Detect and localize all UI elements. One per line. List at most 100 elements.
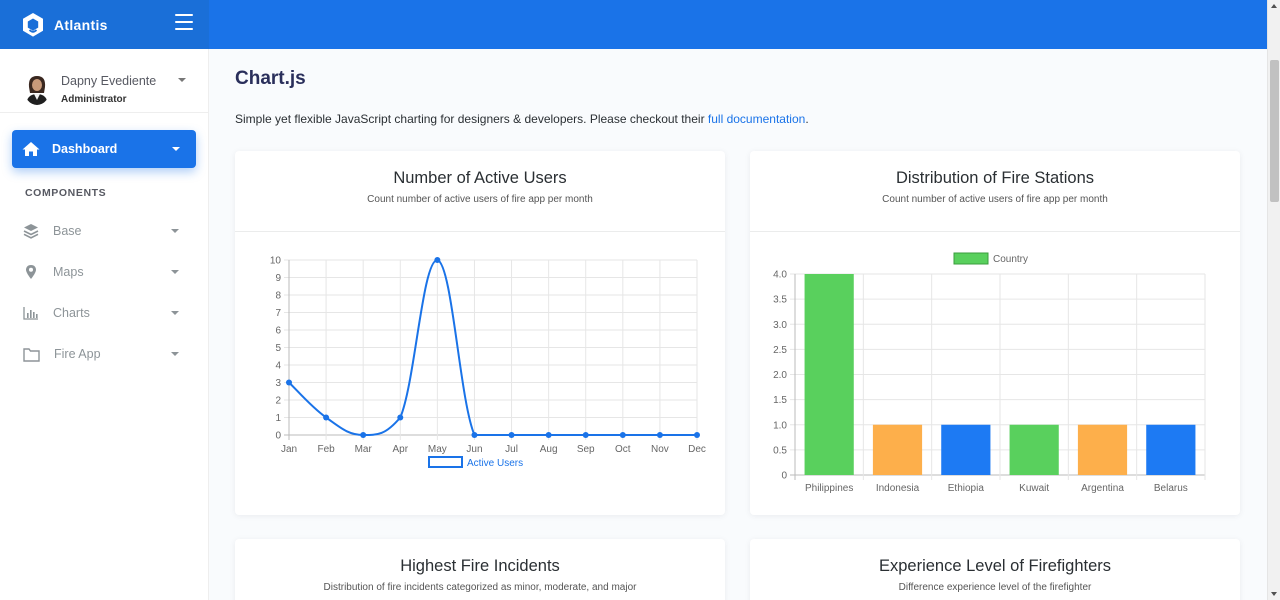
card-title: Number of Active Users [393,169,567,187]
y-tick-label: 1.0 [773,420,787,431]
data-point [471,432,478,438]
sidebar-item-dashboard[interactable]: Dashboard [12,130,196,168]
page-scrollbar[interactable] [1267,0,1280,600]
data-point [434,257,441,263]
x-tick-label: May [428,444,447,455]
user-role: Administrator [61,93,127,105]
y-tick-label: 4.0 [773,270,787,281]
sidebar-item-maps[interactable]: Maps [0,257,209,287]
scrollbar-thumb[interactable] [1270,60,1279,202]
y-tick-label: 1.5 [773,395,787,406]
sidebar-item-base[interactable]: Base [0,216,209,246]
y-tick-label: 3.0 [773,320,787,331]
chart-card-fire-stations: Distribution of Fire Stations Count numb… [750,151,1240,515]
chart-card-experience-level: Experience Level of Firefighters Differe… [750,539,1240,600]
x-tick-label: Jan [281,444,297,455]
bar [872,424,923,475]
y-tick-label: 6 [275,326,281,337]
x-tick-label: Indonesia [876,483,920,494]
data-point [360,432,367,438]
menu-toggle-icon[interactable] [175,14,193,30]
card-title: Distribution of Fire Stations [895,169,1095,187]
bar [804,274,854,475]
legend-label: Country [993,254,1028,265]
y-tick-label: 2 [275,396,281,407]
sidebar-item-label: Charts [53,306,90,320]
bar [941,424,991,475]
layers-icon [23,224,39,239]
chevron-down-icon[interactable] [178,78,186,82]
line-chart: 0 1 2 3 4 5 6 7 8 9 10 Jan Feb Mar Apr May Jun Jul Aug Sep O… [270,256,706,470]
chevron-down-icon [171,270,179,274]
sidebar-item-label: Base [53,224,82,238]
data-point [582,432,589,438]
sidebar-item-label: Fire App [54,347,101,361]
y-tick-label: 3.5 [773,295,787,306]
y-tick-label: 0.5 [773,445,787,456]
y-tick-label: 2.0 [773,370,787,381]
x-tick-label: Belarus [1154,483,1188,494]
legend-label: Active Users [467,458,523,469]
x-tick-label: Feb [317,444,335,455]
card-subtitle: Difference experience level of the firef… [898,582,1092,593]
y-tick-label: 1 [275,413,281,424]
x-tick-label: Nov [651,444,669,455]
data-point [619,432,626,438]
user-name: Dapny Evediente [61,73,157,88]
documentation-link[interactable]: full documentation [708,112,805,126]
map-marker-icon [26,265,36,279]
bar [1146,424,1196,475]
x-tick-label: Argentina [1081,483,1124,494]
y-tick-label: 8 [275,291,281,302]
x-tick-label: Apr [392,444,408,455]
x-tick-label: Jul [505,444,518,455]
bar [1009,424,1059,475]
sidebar: Dapny Evediente Administrator Dashboard … [0,49,209,600]
y-tick-label: 3 [275,378,281,389]
chart-card-active-users: Number of Active Users Count number of a… [235,151,725,515]
chevron-down-icon [171,352,179,356]
card-title: Highest Fire Incidents [400,557,560,575]
sidebar-item-fire-app[interactable]: Fire App [0,339,209,369]
data-point [323,414,330,421]
bar-chart: 0 0.5 1.0 1.5 2.0 2.5 3.0 3.5 4.0 Philippines Indo… [773,252,1206,494]
x-tick-label: Aug [540,444,558,455]
card-title: Experience Level of Firefighters [878,557,1112,575]
chevron-down-icon [171,311,179,315]
data-point [545,432,552,438]
y-tick-label: 5 [275,343,281,354]
y-tick-label: 0 [275,431,281,442]
card-subtitle: Count number of active users of fire app… [367,194,593,205]
y-tick-label: 4 [275,361,281,372]
x-tick-label: Philippines [805,483,853,494]
x-tick-label: Ethiopia [948,483,985,494]
y-tick-label: 0 [781,471,787,482]
page-description-text: Simple yet flexible JavaScript charting … [235,112,708,126]
logo-header: Atlantis [0,0,209,49]
brand-name: Atlantis [54,16,108,33]
user-panel[interactable]: Dapny Evediente Administrator [0,49,208,113]
brand-logo[interactable]: Atlantis [20,12,108,38]
chevron-down-icon [172,147,180,151]
x-tick-label: Oct [615,444,631,455]
scroll-down-arrow-icon[interactable] [1271,592,1277,596]
y-tick-label: 10 [270,256,282,267]
card-subtitle: Count number of active users of fire app… [882,194,1108,205]
data-point [508,432,515,438]
page-title: Chart.js [235,68,306,89]
scroll-up-arrow-icon[interactable] [1271,4,1277,8]
home-icon [22,142,40,156]
folder-icon [23,347,40,362]
y-tick-label: 2.5 [773,345,787,356]
chart-card-fire-incidents: Highest Fire Incidents Distribution of f… [235,539,725,600]
y-tick-label: 9 [275,273,281,284]
top-navbar [209,0,1267,49]
chevron-down-icon [171,229,179,233]
bar [1077,424,1128,475]
legend-swatch [428,456,463,468]
legend-swatch [953,252,989,265]
sidebar-item-label: Maps [53,265,84,279]
x-tick-label: Kuwait [1019,483,1049,494]
sidebar-item-charts[interactable]: Charts [0,298,209,328]
data-point [694,432,700,438]
